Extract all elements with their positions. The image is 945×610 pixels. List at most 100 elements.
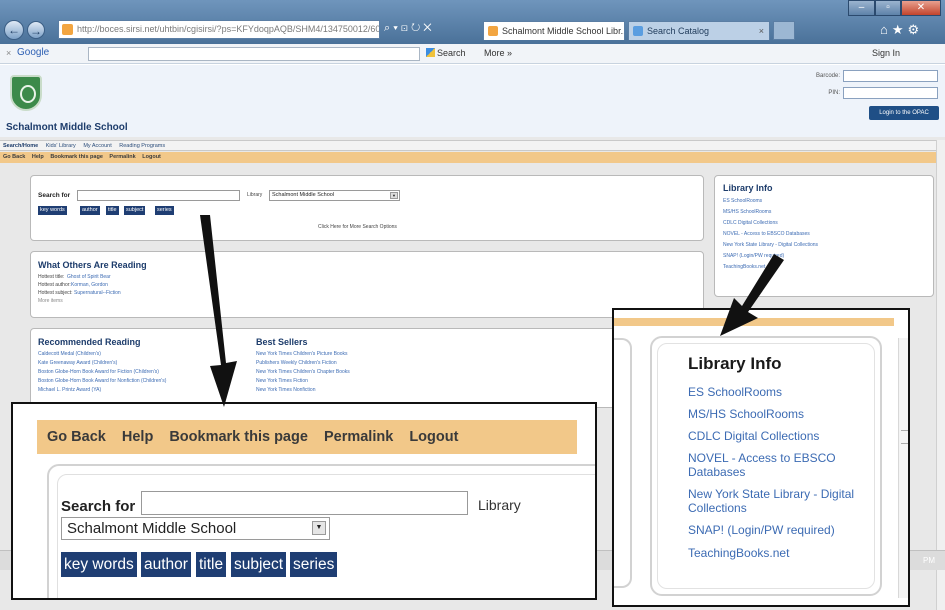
zoom-library-select[interactable]: Schalmont Middle School ▼ [61,517,330,540]
go-back-link[interactable]: Go Back [3,154,25,160]
minimize-button[interactable]: – [848,0,875,16]
what-others-panel: What Others Are Reading Hottest title: G… [30,251,704,318]
zoom-library-info-link[interactable]: ES SchoolRooms [688,385,868,399]
what-others-title: What Others Are Reading [38,260,147,270]
google-search-button[interactable]: Search [426,48,466,58]
zoom-scrollbar[interactable] [898,338,908,598]
zoom-subject-button[interactable]: subject [231,552,287,577]
keywords-button[interactable]: key words [38,206,67,215]
tab-close-icon[interactable]: × [759,22,764,40]
library-info-link[interactable]: ES SchoolRooms [723,198,762,204]
tab-label: Schalmont Middle School Libr... [502,26,625,36]
recommended-item[interactable]: Michael L. Printz Award (YA) [38,387,101,393]
address-bar[interactable]: http://boces.sirsi.net/uhtbin/cgisirsi/?… [58,20,380,39]
logout-link[interactable]: Logout [142,154,161,160]
pin-row: PIN: [760,87,940,100]
pin-input[interactable] [843,87,938,99]
zoom-library-info-link[interactable]: SNAP! (Login/PW required) [688,523,868,537]
login-button[interactable]: Login to the OPAC [869,106,939,120]
toolbar-close-icon[interactable]: × [6,48,11,58]
tab-label: Search Catalog [647,26,710,36]
new-tab-button[interactable] [773,21,795,40]
best-seller-item[interactable]: New York Times Nonfiction [256,387,315,393]
zoom-permalink-link[interactable]: Permalink [324,429,393,445]
bookmark-link[interactable]: Bookmark this page [50,154,103,160]
library-info-link[interactable]: MS/HS SchoolRooms [723,209,771,215]
zoom-title-button[interactable]: title [196,552,227,577]
tab-schalmont[interactable]: Schalmont Middle School Libr... [483,21,625,40]
more-items-link[interactable]: More items [38,298,63,304]
best-seller-item[interactable]: Publishers Weekly Children's Fiction [256,360,337,366]
title-button[interactable]: title [106,206,119,215]
recommended-item[interactable]: Boston Globe-Horn Book Award for Nonfict… [38,378,166,384]
nav-my-account[interactable]: My Account [83,143,111,149]
google-search-label: Search [437,48,466,58]
maximize-button[interactable]: ▫ [875,0,901,16]
zoom-library-info-link[interactable]: New York State Library - Digital Collect… [688,487,868,515]
search-input[interactable] [77,190,240,201]
main-nav: Search/Home Kids' Library My Account Rea… [0,140,945,151]
close-window-button[interactable]: ✕ [901,0,941,16]
zoom-author-button[interactable]: author [141,552,191,577]
zoom-go-back-link[interactable]: Go Back [47,429,106,445]
more-search-options-link[interactable]: Click Here for More Search Options [318,224,397,230]
more-button[interactable]: More » [484,48,512,58]
barcode-input[interactable] [843,70,938,82]
hottest-subject-label: Hottest subject: [38,290,73,296]
zoom-series-button[interactable]: series [290,552,338,577]
recommended-item[interactable]: Kate Greenaway Award (Children's) [38,360,117,366]
forward-icon[interactable]: → [27,21,45,39]
star-icon[interactable]: ★ [892,22,908,37]
best-seller-item[interactable]: New York Times Children's Picture Books [256,351,348,357]
scroll-thumb[interactable] [901,430,908,444]
address-tools[interactable]: ⌕ ▾ ⊡ ↻ ✕ [384,22,432,35]
sign-in-button[interactable]: Sign In [872,48,900,58]
back-icon[interactable]: ← [4,20,24,40]
window-controls: – ▫ ✕ [848,0,941,17]
address-url: http://boces.sirsi.net/uhtbin/cgisirsi/?… [77,24,380,34]
nav-kids-library[interactable]: Kids' Library [46,143,76,149]
nav-search-home[interactable]: Search/Home [3,143,38,149]
zoom-search-input[interactable] [141,491,468,515]
subject-button[interactable]: subject [124,206,146,215]
zoom-link-bar: Go Back Help Bookmark this page Permalin… [37,420,577,454]
tab-favicon-icon [488,26,498,36]
zoom-keywords-button[interactable]: key words [61,552,137,577]
zoom-library-select-value: Schalmont Middle School [67,520,237,537]
zoom-library-info-link[interactable]: MS/HS SchoolRooms [688,407,868,421]
zoom-adjacent-panel-edge [614,338,632,588]
browser-tool-icons: ⌂★⚙ [880,22,923,38]
series-button[interactable]: series [155,206,174,215]
best-sellers-title: Best Sellers [256,337,308,347]
library-info-link[interactable]: NOVEL - Access to EBSCO Databases [723,231,810,237]
zoom-library-info-link[interactable]: CDLC Digital Collections [688,429,868,443]
library-info-link[interactable]: CDLC Digital Collections [723,220,778,226]
best-seller-item[interactable]: New York Times Children's Chapter Books [256,369,350,375]
library-info-link[interactable]: New York State Library - Digital Collect… [723,242,818,248]
hottest-author-link[interactable]: Korman, Gordon [71,282,108,288]
best-seller-item[interactable]: New York Times Fiction [256,378,308,384]
search-for-label: Search for [38,192,71,199]
permalink-link[interactable]: Permalink [109,154,135,160]
zoom-library-info-link[interactable]: NOVEL - Access to EBSCO Databases [688,451,868,479]
google-search-input[interactable] [88,47,420,61]
home-icon[interactable]: ⌂ [880,22,892,37]
recommended-item[interactable]: Caldecott Medal (Children's) [38,351,101,357]
help-link[interactable]: Help [32,154,44,160]
recommended-item[interactable]: Boston Globe-Horn Book Award for Fiction… [38,369,159,375]
zoom-logout-link[interactable]: Logout [409,429,458,445]
library-select[interactable]: Schalmont Middle School ▼ [269,190,400,201]
page-scrollbar[interactable] [936,140,945,610]
zoom-help-link[interactable]: Help [122,429,153,445]
zoom-bookmark-link[interactable]: Bookmark this page [169,429,308,445]
hottest-title-link[interactable]: Ghost of Spirit Bear [67,274,111,280]
tab-search-catalog[interactable]: Search Catalog × [628,21,770,40]
down-arrow-left-icon [200,215,237,407]
google-logo: Google [17,47,50,58]
hottest-subject-link[interactable]: Supernatural--Fiction [74,290,121,296]
zoom-library-info-link[interactable]: TeachingBooks.net [688,546,868,560]
author-button[interactable]: author [80,206,100,215]
gear-icon[interactable]: ⚙ [908,22,924,37]
nav-reading-programs[interactable]: Reading Programs [119,143,165,149]
pin-label: PIN: [828,90,840,96]
